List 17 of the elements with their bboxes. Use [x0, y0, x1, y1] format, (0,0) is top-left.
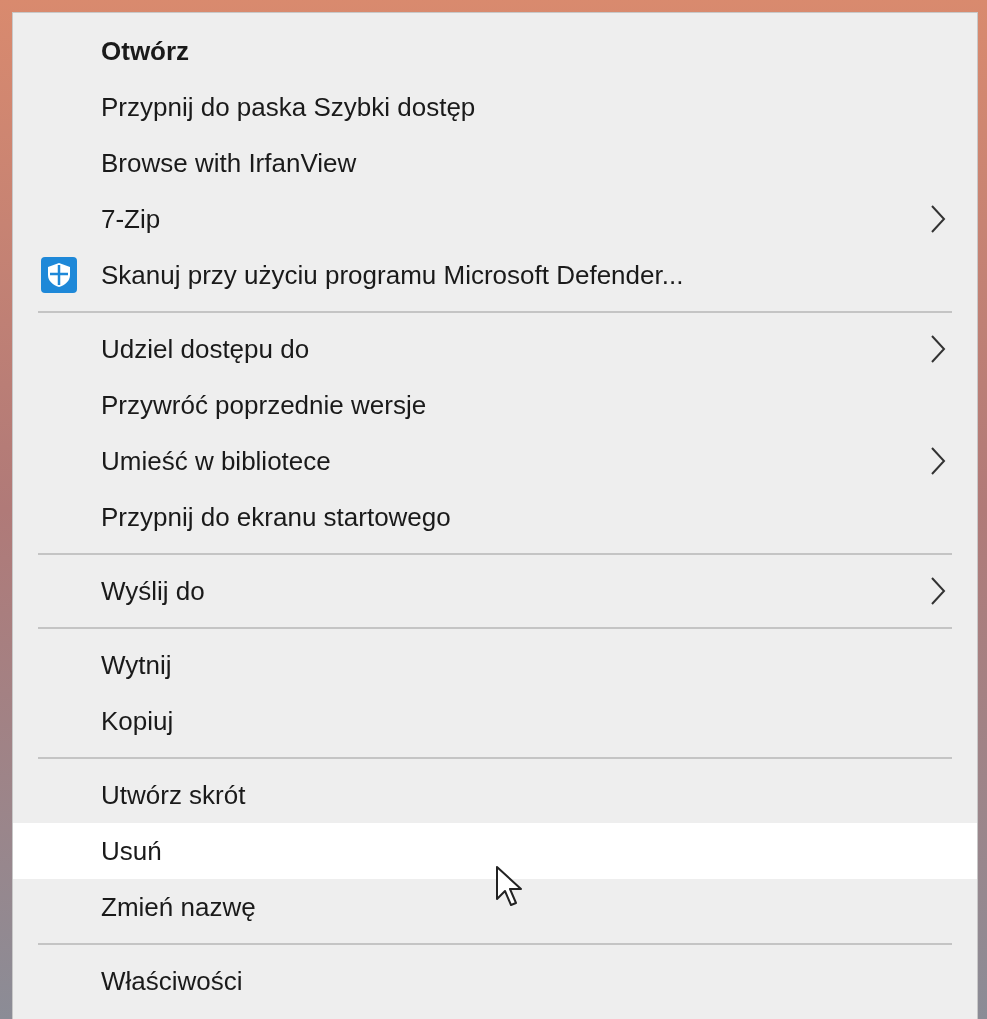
menu-item[interactable]: Browse with IrfanView	[13, 135, 977, 191]
menu-item[interactable]: Przywróć poprzednie wersje	[13, 377, 977, 433]
menu-item[interactable]: Przypnij do ekranu startowego	[13, 489, 977, 545]
menu-item[interactable]: Usuń	[13, 823, 977, 879]
menu-item[interactable]: Przypnij do paska Szybki dostęp	[13, 79, 977, 135]
menu-item[interactable]: Wyślij do	[13, 563, 977, 619]
menu-item[interactable]: Utwórz skrót	[13, 767, 977, 823]
menu-item[interactable]: Wytnij	[13, 637, 977, 693]
menu-item[interactable]: Udziel dostępu do	[13, 321, 977, 377]
menu-item[interactable]: Zmień nazwę	[13, 879, 977, 935]
menu-item[interactable]: 7-Zip	[13, 191, 977, 247]
menu-item[interactable]: Otwórz	[13, 23, 977, 79]
menu-item[interactable]: Właściwości	[13, 953, 977, 1009]
shield-icon	[39, 255, 79, 295]
menu-item[interactable]: Kopiuj	[13, 693, 977, 749]
menu-item[interactable]: Skanuj przy użyciu programu Microsoft Defender...	[13, 247, 977, 303]
menu-item[interactable]: Umieść w bibliotece	[13, 433, 977, 489]
